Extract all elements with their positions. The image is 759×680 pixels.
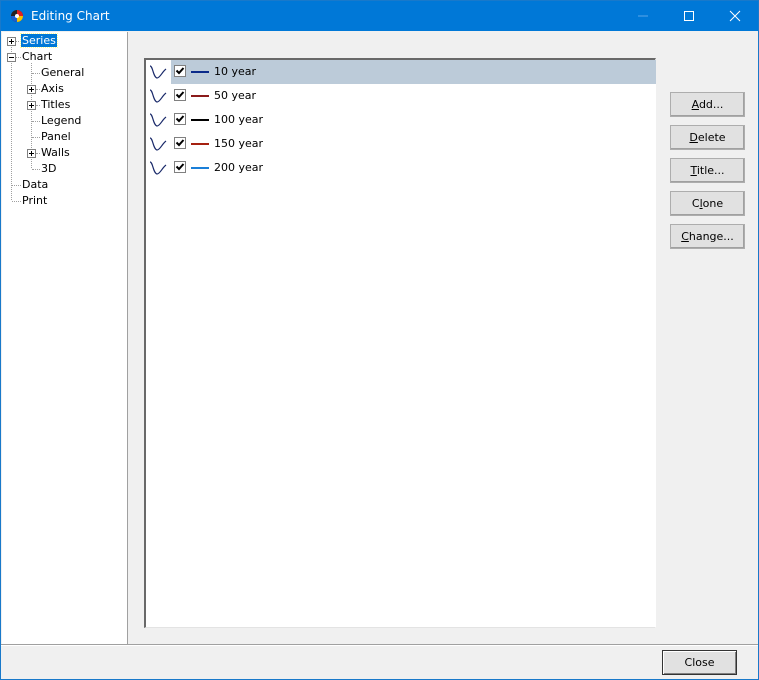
checkmark-icon bbox=[175, 115, 185, 123]
maximize-button[interactable] bbox=[666, 1, 712, 31]
line-series-icon bbox=[149, 161, 167, 175]
series-name: 50 year bbox=[214, 89, 257, 102]
title-bar[interactable]: Editing Chart bbox=[1, 1, 758, 31]
checkmark-icon bbox=[175, 163, 185, 171]
tree-line bbox=[12, 201, 21, 202]
series-color-swatch bbox=[191, 71, 209, 73]
tree-item-chart[interactable]: Chart bbox=[21, 49, 53, 65]
series-visible-checkbox[interactable] bbox=[174, 113, 186, 125]
clone-button[interactable]: Clone bbox=[670, 191, 745, 216]
tree-item-axis[interactable]: Axis bbox=[40, 81, 65, 97]
collapse-icon[interactable] bbox=[7, 53, 16, 62]
checkmark-icon bbox=[175, 91, 185, 99]
series-list-item[interactable]: 150 year bbox=[146, 132, 656, 156]
change-button[interactable]: Change... bbox=[670, 224, 745, 249]
tree-item-series[interactable]: Series bbox=[20, 33, 58, 49]
title-button[interactable]: Title... bbox=[670, 158, 745, 183]
tree-item-data[interactable]: Data bbox=[21, 177, 49, 193]
series-name: 100 year bbox=[214, 113, 264, 126]
close-window-button[interactable] bbox=[712, 1, 758, 31]
series-name: 150 year bbox=[214, 137, 264, 150]
series-list-item[interactable]: 50 year bbox=[146, 84, 656, 108]
series-visible-checkbox[interactable] bbox=[174, 161, 186, 173]
expand-icon[interactable] bbox=[27, 101, 36, 110]
tree-line bbox=[12, 185, 21, 186]
tree-line bbox=[32, 137, 40, 138]
line-series-icon bbox=[149, 65, 167, 79]
line-series-icon bbox=[149, 137, 167, 151]
checkmark-icon bbox=[175, 67, 185, 75]
series-list[interactable]: 10 year 50 year 100 year 150 year 200 year bbox=[144, 58, 656, 628]
tree-line bbox=[32, 121, 40, 122]
line-series-icon bbox=[149, 89, 167, 103]
checkmark-icon bbox=[175, 139, 185, 147]
minimize-button[interactable] bbox=[620, 1, 666, 31]
navigation-tree[interactable]: Series Chart General Axis Titles Legend … bbox=[2, 32, 128, 645]
series-list-item[interactable]: 200 year bbox=[146, 156, 656, 180]
tree-item-titles[interactable]: Titles bbox=[40, 97, 71, 113]
series-color-swatch bbox=[191, 95, 209, 97]
tree-item-general[interactable]: General bbox=[40, 65, 85, 81]
expand-icon[interactable] bbox=[27, 85, 36, 94]
window-title: Editing Chart bbox=[31, 9, 110, 23]
close-icon bbox=[729, 10, 741, 22]
series-name: 10 year bbox=[214, 65, 257, 78]
series-color-swatch bbox=[191, 167, 209, 169]
app-icon bbox=[11, 10, 23, 22]
delete-button[interactable]: Delete bbox=[670, 125, 745, 150]
tree-item-3d[interactable]: 3D bbox=[40, 161, 57, 177]
tree-item-print[interactable]: Print bbox=[21, 193, 48, 209]
series-list-item[interactable]: 100 year bbox=[146, 108, 656, 132]
minimize-icon bbox=[638, 15, 648, 17]
expand-icon[interactable] bbox=[7, 37, 16, 46]
series-list-item[interactable]: 10 year bbox=[146, 60, 656, 84]
series-name: 200 year bbox=[214, 161, 264, 174]
tree-line bbox=[32, 169, 40, 170]
series-visible-checkbox[interactable] bbox=[174, 89, 186, 101]
divider bbox=[1, 645, 758, 646]
series-color-swatch bbox=[191, 143, 209, 145]
series-color-swatch bbox=[191, 119, 209, 121]
expand-icon[interactable] bbox=[27, 149, 36, 158]
editing-chart-dialog: Editing Chart Series Chart General Axis … bbox=[0, 0, 759, 680]
tree-item-legend[interactable]: Legend bbox=[40, 113, 82, 129]
close-button[interactable]: Close bbox=[662, 650, 737, 675]
series-visible-checkbox[interactable] bbox=[174, 65, 186, 77]
tree-item-panel[interactable]: Panel bbox=[40, 129, 72, 145]
tree-line bbox=[11, 45, 12, 200]
maximize-icon bbox=[684, 11, 694, 21]
tree-item-walls[interactable]: Walls bbox=[40, 145, 71, 161]
add-button[interactable]: Add... bbox=[670, 92, 745, 117]
series-visible-checkbox[interactable] bbox=[174, 137, 186, 149]
line-series-icon bbox=[149, 113, 167, 127]
tree-line bbox=[32, 73, 40, 74]
